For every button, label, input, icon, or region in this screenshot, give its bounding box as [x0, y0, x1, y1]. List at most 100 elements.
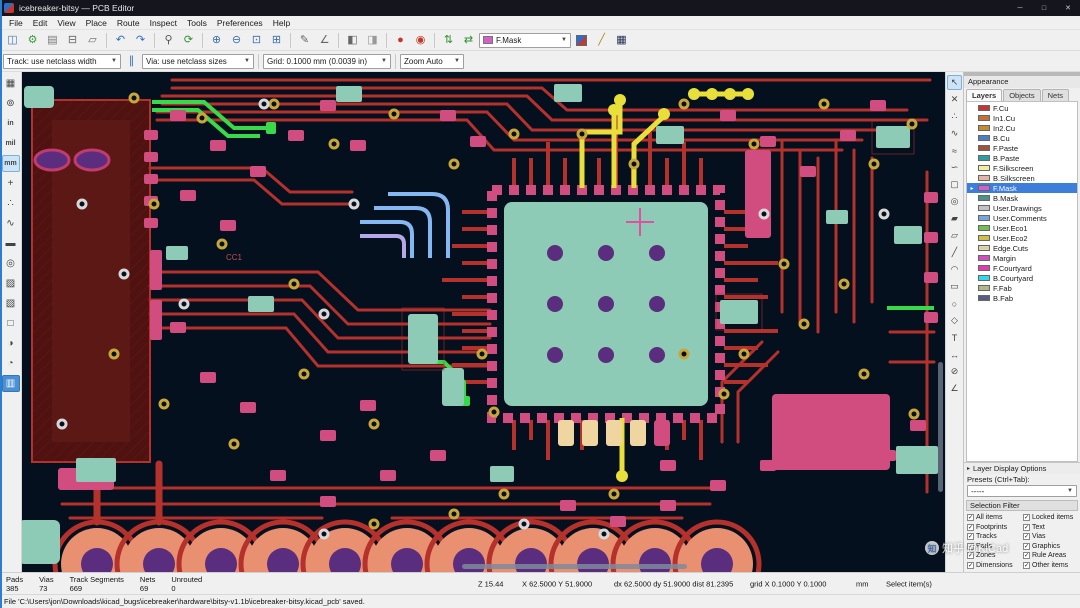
unlock-button[interactable]: ◨: [363, 32, 382, 49]
tune-track-length-button[interactable]: ∽: [947, 160, 962, 175]
menu-place[interactable]: Place: [81, 17, 112, 29]
layer-row-user-drawings[interactable]: User.Drawings: [967, 203, 1077, 213]
select-tool-button[interactable]: ↖: [947, 75, 962, 90]
menu-preferences[interactable]: Preferences: [212, 17, 268, 29]
layer-row-b-mask[interactable]: B.Mask: [967, 193, 1077, 203]
ratsnest-tool-button[interactable]: ✕: [947, 92, 962, 107]
high-contrast-mode-button[interactable]: ◑: [2, 335, 20, 352]
layer-row-b-silkscreen[interactable]: B.Silkscreen: [967, 173, 1077, 183]
add-zone-button[interactable]: ▰: [947, 211, 962, 226]
layer-row-edge-cuts[interactable]: Edge.Cuts: [967, 243, 1077, 253]
inactive-layer-dim-button[interactable]: ◔: [2, 355, 20, 372]
minimize-button[interactable]: ─: [1008, 0, 1032, 16]
layer-row-f-paste[interactable]: F.Paste: [967, 143, 1077, 153]
menu-view[interactable]: View: [52, 17, 80, 29]
add-dimension-button[interactable]: ↔: [947, 347, 962, 362]
pcb-canvas-container[interactable]: CC1: [22, 72, 945, 572]
units-inches-button[interactable]: in: [2, 115, 20, 132]
zoom-dropdown[interactable]: Zoom Auto ▼: [400, 53, 464, 69]
filter-zones[interactable]: ✓ Zones: [967, 551, 1022, 561]
layer-pair-button[interactable]: [572, 32, 591, 49]
layer-row-f-silkscreen[interactable]: F.Silkscreen: [967, 163, 1077, 173]
appearance-manager-button[interactable]: ▥: [1, 375, 20, 392]
maximize-button[interactable]: □: [1032, 0, 1056, 16]
highlight-net-button[interactable]: ╱: [592, 32, 611, 49]
pad-display-mode-button[interactable]: □: [2, 315, 20, 332]
zone-outline-mode-button[interactable]: ▧: [2, 295, 20, 312]
filter-footprints[interactable]: ✓ Footprints: [967, 523, 1022, 533]
page-settings-button[interactable]: ▤: [43, 32, 62, 49]
route-tracks-button[interactable]: ∿: [947, 126, 962, 141]
layer-row-in1-cu[interactable]: In1.Cu: [967, 113, 1077, 123]
vertical-scrollbar[interactable]: [938, 362, 943, 492]
draw-circle-button[interactable]: ○: [947, 296, 962, 311]
filter-tracks[interactable]: ✓ Tracks: [967, 532, 1022, 542]
auto-track-width-button[interactable]: ∥: [122, 53, 141, 70]
tab-objects[interactable]: Objects: [1003, 89, 1041, 101]
menu-route[interactable]: Route: [112, 17, 145, 29]
layer-row-b-paste[interactable]: B.Paste: [967, 153, 1077, 163]
filter-rule-areas[interactable]: ✓ Rule Areas: [1023, 551, 1078, 561]
track-width-dropdown[interactable]: Track: use netclass width ▼: [3, 53, 121, 69]
undo-button[interactable]: ↶: [111, 32, 130, 49]
layer-row-f-cu[interactable]: F.Cu: [967, 103, 1077, 113]
layer-display-options[interactable]: ▸ Layer Display Options: [964, 462, 1080, 474]
delete-tool-button[interactable]: ⊘: [947, 364, 962, 379]
layer-row-in2-cu[interactable]: In2.Cu: [967, 123, 1077, 133]
units-mm-button[interactable]: mm: [1, 155, 20, 172]
menu-tools[interactable]: Tools: [182, 17, 212, 29]
draw-polygon-button[interactable]: ◇: [947, 313, 962, 328]
menu-inspect[interactable]: Inspect: [145, 17, 182, 29]
edit-properties-button[interactable]: ✎: [295, 32, 314, 49]
polar-coordinates-button[interactable]: ⊚: [2, 95, 20, 112]
layer-row-b-courtyard[interactable]: B.Courtyard: [967, 273, 1077, 283]
via-display-mode-button[interactable]: ◎: [2, 255, 20, 272]
layer-row-b-fab[interactable]: B.Fab: [967, 293, 1077, 303]
zoom-out-button[interactable]: ⊖: [227, 32, 246, 49]
draw-line-button[interactable]: ╱: [947, 245, 962, 260]
filter-dimensions[interactable]: ✓ Dimensions: [967, 561, 1022, 571]
filter-text[interactable]: ✓ Text: [1023, 523, 1078, 533]
zoom-selection-button[interactable]: ⊞: [267, 32, 286, 49]
refresh-button[interactable]: ⟳: [179, 32, 198, 49]
draw-rectangle-button[interactable]: ▭: [947, 279, 962, 294]
pcb-canvas[interactable]: CC1: [22, 72, 945, 572]
update-pcb-button[interactable]: ⇅: [439, 32, 458, 49]
show-ratsnest-button[interactable]: ∴: [2, 195, 20, 212]
layer-row-user-eco2[interactable]: User.Eco2: [967, 233, 1077, 243]
horizontal-scrollbar[interactable]: [462, 564, 687, 569]
lock-button[interactable]: ◧: [343, 32, 362, 49]
layer-row-b-cu[interactable]: B.Cu: [967, 133, 1077, 143]
crosshair-cursor-button[interactable]: +: [2, 175, 20, 192]
toggle-grid-button[interactable]: ▦: [2, 75, 20, 92]
layer-row-f-fab[interactable]: F.Fab: [967, 283, 1077, 293]
sync-schematic-button[interactable]: ⇄: [459, 32, 478, 49]
layer-row-f-mask[interactable]: ▸ F.Mask: [967, 183, 1077, 193]
zoom-fit-button[interactable]: ⊡: [247, 32, 266, 49]
menu-edit[interactable]: Edit: [28, 17, 53, 29]
via-size-dropdown[interactable]: Via: use netclass sizes ▼: [142, 53, 254, 69]
layer-row-user-eco1[interactable]: User.Eco1: [967, 223, 1077, 233]
add-text-button[interactable]: T: [947, 330, 962, 345]
find-button[interactable]: ⚲: [159, 32, 178, 49]
layer-selector-dropdown[interactable]: F.Mask ▼: [479, 32, 571, 48]
net-inspector-button[interactable]: ▦: [612, 32, 631, 49]
grid-dropdown[interactable]: Grid: 0.1000 mm (0.0039 in) ▼: [263, 53, 391, 69]
filter-graphics[interactable]: ✓ Graphics: [1023, 542, 1078, 552]
tab-nets[interactable]: Nets: [1041, 89, 1070, 101]
units-mils-button[interactable]: mil: [2, 135, 20, 152]
board-setup-button[interactable]: ⚙: [23, 32, 42, 49]
add-footprint-button[interactable]: ▢: [947, 177, 962, 192]
draw-arc-button[interactable]: ◠: [947, 262, 962, 277]
filter-pads[interactable]: ✓ Pads: [967, 542, 1022, 552]
track-display-mode-button[interactable]: ▬: [2, 235, 20, 252]
plot-button[interactable]: ▱: [83, 32, 102, 49]
zoom-in-button[interactable]: ⊕: [207, 32, 226, 49]
menu-file[interactable]: File: [4, 17, 28, 29]
layer-row-f-courtyard[interactable]: F.Courtyard: [967, 263, 1077, 273]
menu-help[interactable]: Help: [268, 17, 295, 29]
tab-layers[interactable]: Layers: [966, 89, 1003, 101]
zone-fill-mode-button[interactable]: ▨: [2, 275, 20, 292]
filter-vias[interactable]: ✓ Vias: [1023, 532, 1078, 542]
filter-other-items[interactable]: ✓ Other items: [1023, 561, 1078, 571]
